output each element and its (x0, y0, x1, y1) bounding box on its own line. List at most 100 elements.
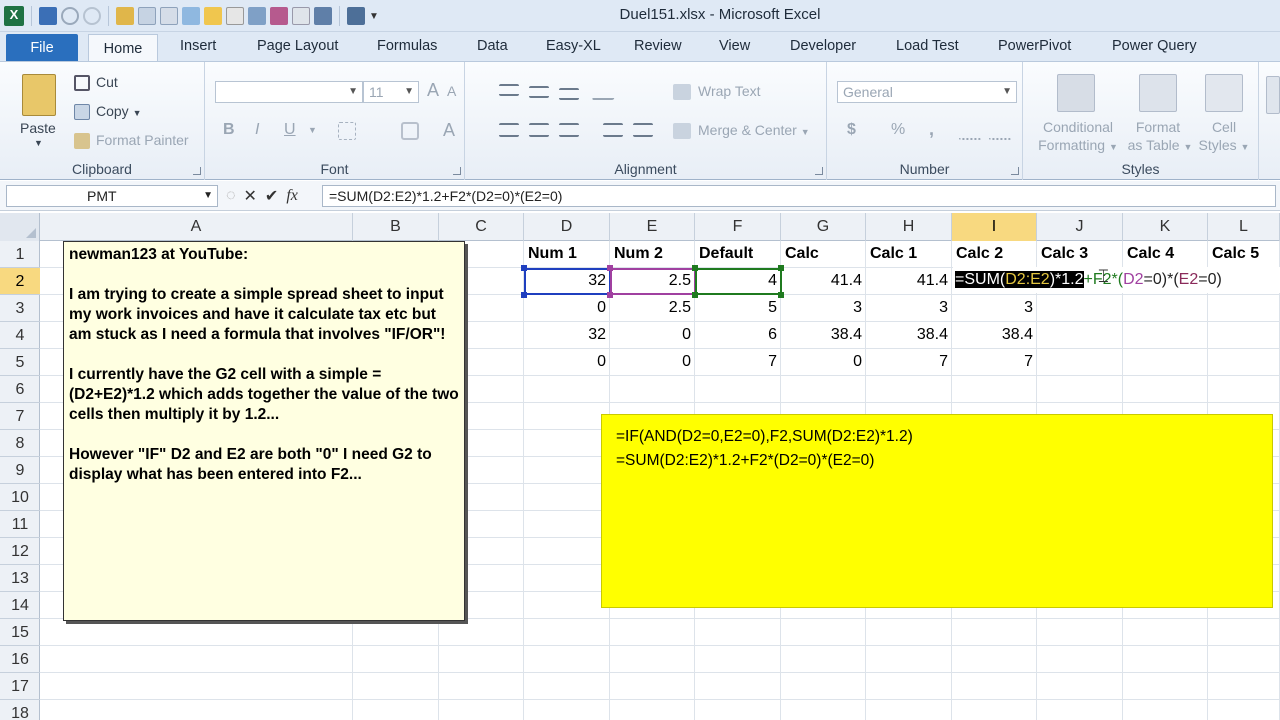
row-header-17[interactable]: 17 (0, 673, 40, 700)
cell-styles-icon[interactable] (1205, 74, 1243, 112)
paste-button[interactable]: Paste (20, 120, 56, 136)
data-cell[interactable]: 0 (610, 349, 695, 375)
row-header-3[interactable]: 3 (0, 295, 40, 322)
row-header-11[interactable]: 11 (0, 511, 40, 538)
header-cell-h[interactable]: Calc 1 (866, 241, 952, 267)
fill-color-icon[interactable] (401, 122, 419, 140)
cut-button[interactable]: Cut (96, 74, 118, 90)
number-format-combo[interactable]: General ▼ (837, 81, 1017, 103)
cell-comment[interactable]: newman123 at YouTube: I am trying to cre… (63, 241, 465, 621)
format-painter-icon[interactable] (74, 133, 90, 149)
formula-input[interactable]: =SUM(D2:E2)*1.2+F2*(D2=0)*(E2=0) (322, 185, 1276, 207)
increase-indent-icon[interactable] (633, 123, 653, 137)
header-cell-k[interactable]: Calc 4 (1123, 241, 1208, 267)
font-size-combo[interactable]: 11 ▼ (363, 81, 419, 103)
format-as-table-button-line2[interactable]: as Table ▼ (1123, 137, 1197, 153)
dialog-launcher-icon[interactable] (453, 167, 461, 175)
select-all-button[interactable] (0, 213, 40, 241)
tab-powerpivot[interactable]: PowerPivot (998, 38, 1071, 54)
row-header-1[interactable]: 1 (0, 241, 40, 268)
header-cell-e[interactable]: Num 2 (610, 241, 695, 267)
row-header-6[interactable]: 6 (0, 376, 40, 403)
data-cell[interactable]: 38.4 (781, 322, 866, 348)
formula-notes-textbox[interactable]: =IF(AND(D2=0,E2=0),F2,SUM(D2:E2)*1.2) =S… (601, 414, 1273, 608)
align-top-icon[interactable] (499, 84, 519, 96)
tab-easy-xl[interactable]: Easy-XL (546, 38, 601, 54)
copy-button[interactable]: Copy ▼ (96, 103, 142, 119)
italic-button[interactable]: I (255, 121, 259, 139)
insert-function-icon[interactable]: fx (286, 187, 298, 205)
range-handle[interactable] (778, 265, 784, 271)
range-handle[interactable] (607, 292, 613, 298)
row-header-16[interactable]: 16 (0, 646, 40, 673)
column-header-e[interactable]: E (610, 213, 695, 241)
borders-icon[interactable] (338, 122, 356, 140)
increase-decimal-icon[interactable] (959, 122, 981, 140)
header-cell-l[interactable]: Calc 5 (1208, 241, 1280, 267)
data-cell[interactable]: 0 (781, 349, 866, 375)
decrease-decimal-icon[interactable] (989, 122, 1011, 140)
row-header-14[interactable]: 14 (0, 592, 40, 619)
insert-cells-icon[interactable] (1266, 76, 1280, 114)
data-cell[interactable]: 3 (781, 295, 866, 321)
tab-data[interactable]: Data (477, 38, 508, 54)
comma-button[interactable]: , (929, 119, 934, 140)
range-handle[interactable] (778, 292, 784, 298)
font-name-combo[interactable]: ▼ (215, 81, 363, 103)
format-as-table-button[interactable]: Format (1123, 119, 1193, 135)
column-header-d[interactable]: D (524, 213, 610, 241)
name-box[interactable]: PMT ▼ (6, 185, 218, 207)
in-cell-editor[interactable]: =SUM(D2:E2)*1.2+F2*(D2=0)*(E2=0) (953, 267, 1280, 293)
align-left-icon[interactable] (499, 123, 519, 137)
orientation-icon[interactable] (591, 82, 621, 100)
row-header-2[interactable]: 2 (0, 268, 40, 295)
data-cell[interactable]: 5 (695, 295, 781, 321)
row-header-12[interactable]: 12 (0, 538, 40, 565)
cancel-icon[interactable]: ✕ (244, 186, 257, 206)
column-header-l[interactable]: L (1208, 213, 1280, 241)
chevron-down-icon[interactable]: ▼ (34, 138, 43, 148)
range-handle[interactable] (692, 265, 698, 271)
tab-power-query[interactable]: Power Query (1112, 38, 1197, 54)
conditional-formatting-icon[interactable] (1057, 74, 1095, 112)
wrap-text-button[interactable]: Wrap Text (698, 83, 761, 99)
data-cell[interactable]: 38.4 (952, 322, 1037, 348)
tab-page-layout[interactable]: Page Layout (257, 38, 338, 54)
column-header-f[interactable]: F (695, 213, 781, 241)
data-cell[interactable]: 2.5 (610, 295, 695, 321)
column-header-j[interactable]: J (1037, 213, 1123, 241)
tab-review[interactable]: Review (634, 38, 682, 54)
range-handle[interactable] (521, 265, 527, 271)
dialog-launcher-icon[interactable] (1011, 167, 1019, 175)
tab-home[interactable]: Home (88, 34, 158, 63)
column-header-k[interactable]: K (1123, 213, 1208, 241)
data-cell[interactable]: 41.4 (866, 268, 952, 294)
underline-button[interactable]: U (284, 121, 296, 139)
column-header-b[interactable]: B (353, 213, 439, 241)
row-header-8[interactable]: 8 (0, 430, 40, 457)
data-cell[interactable]: 41.4 (781, 268, 866, 294)
currency-button[interactable]: $ (847, 121, 856, 139)
row-header-15[interactable]: 15 (0, 619, 40, 646)
header-cell-j[interactable]: Calc 3 (1037, 241, 1123, 267)
conditional-formatting-button[interactable]: Conditional (1035, 119, 1121, 135)
tab-load-test[interactable]: Load Test (896, 38, 959, 54)
scissors-icon[interactable] (74, 75, 90, 91)
row-header-7[interactable]: 7 (0, 403, 40, 430)
paste-icon[interactable] (22, 74, 56, 116)
header-cell-i[interactable]: Calc 2 (952, 241, 1037, 267)
row-header-5[interactable]: 5 (0, 349, 40, 376)
data-cell[interactable]: 0 (524, 349, 610, 375)
copy-icon[interactable] (74, 104, 90, 120)
row-header-13[interactable]: 13 (0, 565, 40, 592)
conditional-formatting-button-line2[interactable]: Formatting ▼ (1035, 137, 1121, 153)
data-cell[interactable]: 38.4 (866, 322, 952, 348)
row-header-4[interactable]: 4 (0, 322, 40, 349)
align-right-icon[interactable] (559, 123, 579, 137)
tab-file[interactable]: File (6, 34, 78, 62)
font-color-icon[interactable]: A (443, 120, 455, 141)
cell-styles-button-line2[interactable]: Styles ▼ (1193, 137, 1255, 153)
chevron-down-icon[interactable]: ▼ (308, 125, 317, 135)
merge-center-button[interactable]: Merge & Center ▼ (698, 122, 810, 138)
percent-button[interactable]: % (891, 121, 905, 139)
